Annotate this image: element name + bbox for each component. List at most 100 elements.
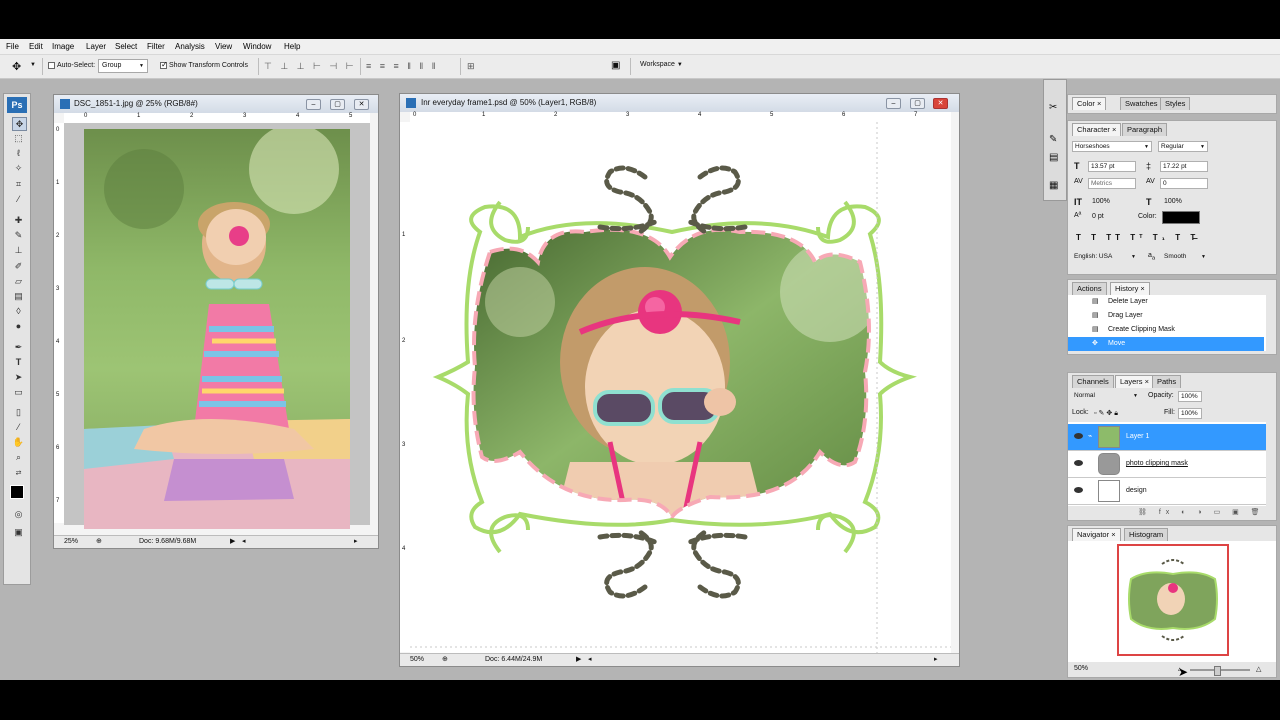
healing-brush-icon[interactable]: ✚	[12, 214, 25, 226]
tab-history[interactable]: History ×	[1110, 282, 1150, 295]
tab-layers[interactable]: Layers ×	[1115, 375, 1154, 388]
doc2-titlebar[interactable]: Inr everyday frame1.psd @ 50% (Layer1, R…	[400, 94, 959, 112]
menu-window[interactable]: Window	[243, 42, 271, 51]
tab-paragraph[interactable]: Paragraph	[1122, 123, 1168, 136]
eye-icon[interactable]	[1074, 487, 1083, 493]
magic-wand-icon[interactable]: ✧	[12, 162, 25, 174]
lasso-tool-icon[interactable]: ℓ	[12, 147, 25, 159]
scroll-left-icon[interactable]: ◂	[242, 536, 246, 547]
history-item[interactable]: ▤ Create Clipping Mask	[1068, 323, 1264, 337]
menu-select[interactable]: Select	[115, 42, 137, 51]
kerning-field[interactable]: Metrics	[1088, 178, 1136, 189]
hand-tool-icon[interactable]: ✋	[12, 436, 25, 448]
maximize-button[interactable]: ▢	[910, 98, 925, 109]
scroll-right-icon[interactable]: ▸	[354, 536, 358, 547]
history-brush-icon[interactable]: ✐	[12, 260, 25, 272]
foreground-color-swatch[interactable]	[10, 485, 24, 499]
layer-row-selected[interactable]: ⌁ Layer 1	[1068, 424, 1266, 451]
canvas-area[interactable]	[64, 123, 370, 529]
auto-select-checkbox[interactable]	[48, 62, 55, 69]
zoom-in-icon[interactable]: △	[1256, 665, 1261, 673]
menu-filter[interactable]: Filter	[147, 42, 165, 51]
blur-tool-icon[interactable]: ◊	[12, 305, 25, 317]
tab-swatches[interactable]: Swatches	[1120, 97, 1163, 110]
navigator-preview[interactable]	[1068, 541, 1276, 662]
move-tool-icon[interactable]: ✥	[12, 60, 21, 73]
menu-help[interactable]: Help	[284, 42, 300, 51]
tab-paths[interactable]: Paths	[1152, 375, 1182, 388]
history-item-selected[interactable]: ✥ Move	[1068, 337, 1264, 351]
layer-row[interactable]: design	[1068, 478, 1266, 505]
show-transform-checkbox[interactable]: ✓	[160, 60, 168, 69]
quick-mask-icon[interactable]: ◎	[12, 508, 25, 520]
doc1-titlebar[interactable]: DSC_1851-1.jpg @ 25% (RGB/8#) – ▢ ✕	[54, 95, 378, 113]
font-style-select[interactable]: Regular ▼	[1158, 141, 1208, 152]
brush-tool-icon[interactable]: ✎	[12, 229, 25, 241]
fill-field[interactable]: 100%	[1178, 408, 1202, 419]
text-color-swatch[interactable]	[1162, 211, 1200, 224]
zoom-tool-icon[interactable]: ⌕	[12, 451, 25, 463]
document-window-frame[interactable]: Inr everyday frame1.psd @ 50% (Layer1, R…	[399, 93, 960, 667]
zoom-slider-handle[interactable]	[1214, 666, 1221, 676]
layer-comps-icon[interactable]: ▦	[1049, 180, 1058, 191]
tab-color[interactable]: Color ×	[1072, 97, 1107, 110]
baseline-shift-value[interactable]: 0 pt	[1092, 213, 1104, 220]
align-buttons[interactable]: ⊤ ⊥ ⊥ ⊢ ⊣ ⊢	[264, 61, 357, 72]
blend-mode-select[interactable]: Normal ▼	[1072, 391, 1140, 402]
play-arrow-icon[interactable]: ▶	[230, 536, 235, 547]
frame-canvas[interactable]	[410, 122, 951, 653]
menu-analysis[interactable]: Analysis	[175, 42, 205, 51]
type-style-buttons[interactable]: T T TT Tᵀ T₁ T T̶	[1076, 233, 1199, 242]
document-window-photo[interactable]: DSC_1851-1.jpg @ 25% (RGB/8#) – ▢ ✕ 0 1 …	[53, 94, 379, 549]
eye-icon[interactable]	[1074, 460, 1083, 466]
lock-buttons[interactable]: ▫✎✥🔒︎	[1094, 409, 1120, 418]
tab-character[interactable]: Character ×	[1072, 123, 1122, 136]
scroll-left-icon[interactable]: ◂	[588, 654, 592, 665]
status-menu-icon[interactable]: ⊕	[442, 654, 448, 665]
crop-tool-icon[interactable]: ⌗	[12, 178, 25, 190]
menu-image[interactable]: Image	[52, 42, 74, 51]
stamp-tool-icon[interactable]: ⊥	[12, 244, 25, 256]
history-item[interactable]: ▤ Drag Layer	[1068, 309, 1264, 323]
doc1-zoom[interactable]: 25%	[64, 536, 78, 547]
opacity-field[interactable]: 100%	[1178, 391, 1202, 402]
menu-layer[interactable]: Layer	[86, 42, 106, 51]
language-select[interactable]: English: USA ▼	[1072, 252, 1138, 263]
notes-tool-icon[interactable]: ▯	[12, 406, 25, 418]
marquee-tool-icon[interactable]: ⬚	[12, 132, 25, 144]
minimize-button[interactable]: –	[886, 98, 901, 109]
tool-preset-dropdown-icon[interactable]: ▼	[30, 62, 36, 68]
anti-alias-select[interactable]: Smooth ▼	[1162, 252, 1208, 263]
shape-tool-icon[interactable]: ▭	[12, 386, 25, 398]
auto-align-icon[interactable]: ⊞	[467, 61, 475, 72]
menu-view[interactable]: View	[215, 42, 232, 51]
scroll-right-icon[interactable]: ▸	[934, 654, 938, 665]
type-tool-icon[interactable]: T	[12, 356, 25, 368]
doc2-zoom[interactable]: 50%	[410, 654, 424, 665]
eyedropper-icon[interactable]: ⁄	[12, 193, 25, 205]
dodge-tool-icon[interactable]: ●	[12, 320, 25, 332]
eyedropper-icon[interactable]: ⁄	[12, 421, 25, 433]
distribute-buttons[interactable]: ≡ ≡ ≡ ‖ ‖ ‖	[366, 61, 438, 71]
tab-channels[interactable]: Channels	[1072, 375, 1114, 388]
navigator-thumbnail[interactable]	[1117, 544, 1229, 656]
path-selection-icon[interactable]: ➤	[12, 371, 25, 383]
tracking-field[interactable]: 0	[1160, 178, 1208, 189]
history-item[interactable]: ▤ Delete Layer	[1068, 295, 1264, 309]
tool-presets-icon[interactable]: ✂	[1049, 102, 1057, 113]
close-button[interactable]: ✕	[933, 98, 948, 109]
eye-icon[interactable]	[1074, 433, 1083, 439]
horizontal-scale-value[interactable]: 100%	[1164, 198, 1182, 205]
maximize-button[interactable]: ▢	[330, 99, 345, 110]
minimize-button[interactable]: –	[306, 99, 321, 110]
clone-source-icon[interactable]: ▤	[1049, 152, 1058, 163]
leading-field[interactable]: 17.22 pt	[1160, 161, 1208, 172]
pen-tool-icon[interactable]: ✒	[12, 341, 25, 353]
font-size-field[interactable]: 13.57 pt	[1088, 161, 1136, 172]
tab-navigator[interactable]: Navigator ×	[1072, 528, 1121, 541]
navigator-zoom[interactable]: 50%	[1074, 665, 1088, 672]
menu-file[interactable]: File	[6, 42, 19, 51]
brushes-icon[interactable]: ✎	[1049, 134, 1057, 145]
layer-actions-icons[interactable]: ⛓ fx ◐ ◑ ▭ ▣ 🗑︎	[1138, 508, 1265, 516]
vertical-scale-value[interactable]: 100%	[1092, 198, 1110, 205]
